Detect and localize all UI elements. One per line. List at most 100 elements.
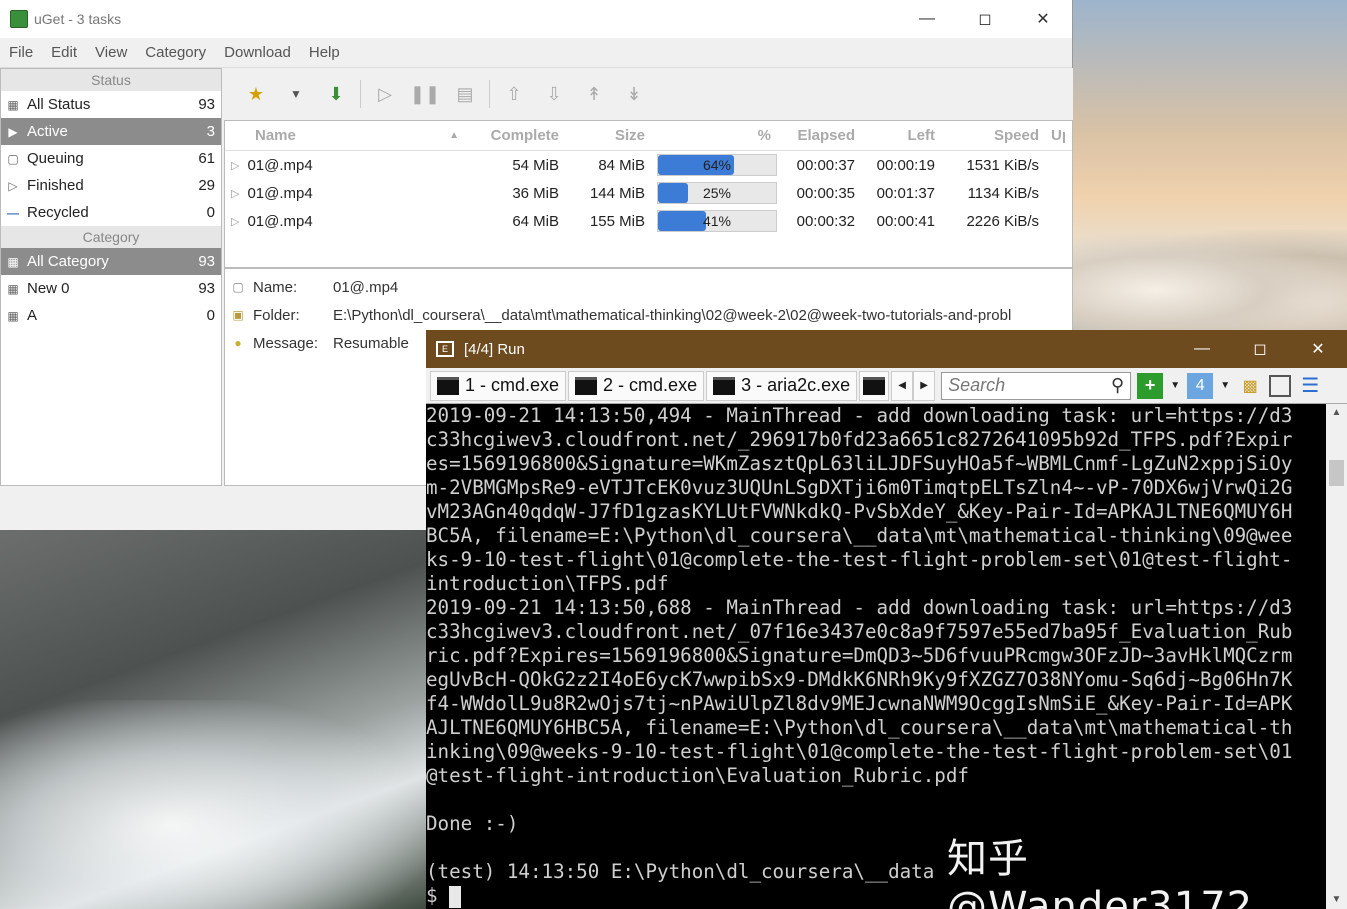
table-row[interactable]: ▷ 01@.mp4 54 MiB 84 MiB 64% 00:00:37 00:0… (225, 151, 1072, 179)
tab-scroll-right-icon[interactable]: ▶ (913, 370, 936, 401)
new-download-button[interactable]: ★ (236, 74, 276, 114)
status-item-active[interactable]: ▶ Active 3 (1, 118, 221, 145)
console-line: 2019-09-21 14:13:50,688 - MainThread - a… (426, 596, 1293, 619)
maximize-button[interactable]: ◻ (956, 0, 1014, 38)
console-line: ks-9-10-test-flight\01@complete-the-test… (426, 548, 1293, 571)
tab-count-badge[interactable]: 4 (1187, 372, 1214, 399)
close-button[interactable]: ✕ (1014, 0, 1072, 38)
all-category-icon: ▦ (7, 254, 19, 269)
detail-folder-row: ▣ Folder: E:\Python\dl_coursera\__data\m… (225, 301, 1072, 329)
move-up-button[interactable]: ⇧ (494, 74, 534, 114)
move-bottom-button[interactable]: ↡ (614, 74, 654, 114)
expand-triangle-icon[interactable]: ▷ (231, 215, 239, 228)
console-line: BC5A, filename=E:\Python\dl_coursera\__d… (426, 524, 1293, 547)
watermark: 知乎 @Wander3172 (947, 836, 1254, 909)
column-speed[interactable]: Speed (941, 127, 1045, 144)
pause-button[interactable]: ❚❚ (405, 74, 445, 114)
menu-file[interactable]: File (0, 44, 42, 61)
split-view-icon[interactable] (1269, 374, 1292, 397)
console-line: f4-WWdolL9u8R2wOjs7tj~nPAwiUlpZl8dv9MEJc… (426, 692, 1293, 715)
expand-triangle-icon[interactable]: ▷ (231, 187, 239, 200)
console-line: es=1569196800&Signature=WKmZasztQpL63liL… (426, 452, 1293, 475)
console-minimize-button[interactable]: — (1173, 330, 1231, 368)
finish-flag-icon: ▷ (8, 178, 18, 193)
terminal-icon (713, 376, 736, 395)
uget-window-title: uGet - 3 tasks (34, 11, 122, 27)
move-down-button[interactable]: ⇩ (534, 74, 574, 114)
new-console-plus-icon[interactable]: + (1137, 372, 1164, 399)
console-tab-1[interactable]: 1 - cmd.exe (430, 370, 567, 401)
console-line: introduction\TFPS.pdf (426, 572, 669, 595)
console-line: 2019-09-21 14:13:50,494 - MainThread - a… (426, 404, 1293, 427)
start-button[interactable]: ▷ (365, 74, 405, 114)
menu-download[interactable]: Download (215, 44, 300, 61)
console-line: ric.pdf?Expires=1569196800&Signature=DmQ… (426, 644, 1293, 667)
status-header: Status (1, 69, 221, 91)
category-item-new[interactable]: ▦ New 0 93 (1, 275, 221, 302)
status-item-finished[interactable]: ▷ Finished 29 (1, 172, 221, 199)
console-line: egUvBcH-QOkG2z2I4oE6ycK7wwpibSx9-DMdkK6N… (426, 668, 1293, 691)
console-titlebar[interactable]: E [4/4] Run — ◻ ✕ (426, 330, 1347, 368)
console-tab-3[interactable]: 3 - aria2c.exe (706, 370, 858, 401)
console-close-button[interactable]: ✕ (1289, 330, 1347, 368)
console-tab-4[interactable] (859, 370, 890, 401)
toolbar-separator (489, 80, 490, 108)
properties-button[interactable]: ▤ (445, 74, 485, 114)
table-row[interactable]: ▷ 01@.mp4 64 MiB 155 MiB 41% 00:00:32 00:… (225, 207, 1072, 235)
minimize-button[interactable]: — (898, 0, 956, 38)
column-complete[interactable]: Complete (473, 127, 565, 144)
terminal-icon (437, 376, 459, 395)
console-window-title: [4/4] Run (464, 340, 525, 358)
scroll-up-icon[interactable]: ▲ (1326, 404, 1347, 422)
column-elapsed[interactable]: Elapsed (777, 127, 861, 144)
console-line: AJLTNE6QMUY6HBC5A, filename=E:\Python\dl… (426, 716, 1293, 739)
category-header: Category (1, 226, 221, 248)
terminal-icon (575, 376, 598, 395)
terminal-icon (863, 376, 886, 395)
console-line: c33hcgiwev3.cloudfront.net/_07f16e3437e0… (426, 620, 1293, 643)
status-item-recycled[interactable]: — Recycled 0 (1, 199, 221, 226)
new-console-dropdown-icon[interactable]: ▼ (1169, 373, 1181, 399)
menu-help[interactable]: Help (300, 44, 349, 61)
console-tab-2[interactable]: 2 - cmd.exe (568, 370, 705, 401)
tab-count-dropdown-icon[interactable]: ▼ (1219, 373, 1231, 399)
console-maximize-button[interactable]: ◻ (1231, 330, 1289, 368)
new-dropdown-chevron-icon[interactable]: ▼ (276, 74, 316, 114)
column-name[interactable]: Name ▲ (225, 127, 473, 144)
wallpaper-clouds (1073, 230, 1347, 330)
menu-view[interactable]: View (86, 44, 136, 61)
all-status-icon: ▦ (7, 97, 19, 112)
column-up[interactable]: Up (1045, 127, 1065, 144)
minus-icon: — (7, 205, 19, 220)
column-size[interactable]: Size (565, 127, 651, 144)
category-item-all[interactable]: ▦ All Category 93 (1, 248, 221, 275)
menu-edit[interactable]: Edit (42, 44, 86, 61)
menu-hamburger-icon[interactable]: ☰ (1297, 373, 1323, 399)
menubar: File Edit View Category Download Help (0, 38, 1072, 68)
console-line: inking\09@weeks-9-10-test-flight\01@comp… (426, 740, 1293, 763)
move-top-button[interactable]: ↟ (574, 74, 614, 114)
status-item-all[interactable]: ▦ All Status 93 (1, 91, 221, 118)
table-row[interactable]: ▷ 01@.mp4 36 MiB 144 MiB 25% 00:00:35 00:… (225, 179, 1072, 207)
console-window: E [4/4] Run — ◻ ✕ 1 - cmd.exe 2 - cmd.ex… (426, 330, 1347, 909)
detail-name-row: ▢ Name: 01@.mp4 (225, 273, 1072, 301)
batch-download-button[interactable]: ⬇ (316, 74, 356, 114)
console-search-input[interactable]: Search ⚲ (941, 371, 1132, 400)
column-percent[interactable]: % (651, 127, 777, 144)
category-icon: ▦ (7, 281, 19, 296)
task-list: Name ▲ Complete Size % Elapsed Left Spee… (224, 120, 1073, 268)
scroll-thumb[interactable] (1329, 460, 1344, 486)
lock-icon[interactable]: ▩ (1237, 373, 1263, 399)
lightbulb-icon: ● (234, 336, 242, 350)
search-icon: ⚲ (1110, 375, 1125, 395)
menu-category[interactable]: Category (136, 44, 215, 61)
uget-titlebar[interactable]: uGet - 3 tasks — ◻ ✕ (0, 0, 1072, 38)
toolbar-separator (360, 80, 361, 108)
left-panel: Status ▦ All Status 93 ▶ Active 3 ▢ Queu… (0, 68, 222, 486)
tab-scroll-left-icon[interactable]: ◀ (891, 370, 914, 401)
expand-triangle-icon[interactable]: ▷ (231, 159, 239, 172)
category-item-a[interactable]: ▦ A 0 (1, 302, 221, 329)
status-item-queuing[interactable]: ▢ Queuing 61 (1, 145, 221, 172)
column-left[interactable]: Left (861, 127, 941, 144)
